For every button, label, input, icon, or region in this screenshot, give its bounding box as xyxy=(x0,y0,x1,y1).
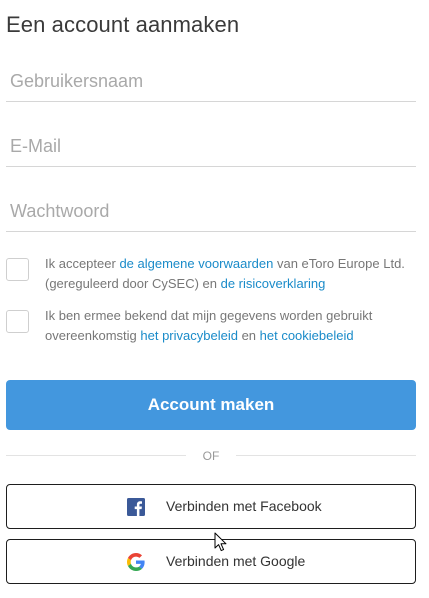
username-field[interactable] xyxy=(6,62,416,102)
google-icon xyxy=(127,553,145,571)
mouse-cursor-icon xyxy=(214,532,227,552)
email-field[interactable] xyxy=(6,127,416,167)
facebook-button-label: Verbinden met Facebook xyxy=(166,498,322,514)
privacy-middle: en xyxy=(237,328,260,343)
terms-link[interactable]: de algemene voorwaarden xyxy=(119,256,273,271)
facebook-icon xyxy=(127,498,145,516)
privacy-consent: Ik ben ermee bekend dat mijn gegevens wo… xyxy=(6,306,416,346)
privacy-checkbox[interactable] xyxy=(6,310,29,333)
divider-text: OF xyxy=(202,449,220,463)
password-field[interactable] xyxy=(6,192,416,232)
or-divider: OF xyxy=(6,448,416,464)
facebook-connect-button[interactable]: Verbinden met Facebook xyxy=(6,484,416,529)
create-account-button[interactable]: Account maken xyxy=(6,380,416,430)
terms-consent-text: Ik accepteer de algemene voorwaarden van… xyxy=(45,254,405,294)
divider-line-right xyxy=(236,455,416,456)
risk-disclosure-link[interactable]: de risicoverklaring xyxy=(221,276,326,291)
google-button-label: Verbinden met Google xyxy=(166,553,306,569)
google-connect-button[interactable]: Verbinden met Google xyxy=(6,539,416,584)
cookie-policy-link[interactable]: het cookiebeleid xyxy=(260,328,354,343)
privacy-consent-text: Ik ben ermee bekend dat mijn gegevens wo… xyxy=(45,306,405,346)
privacy-policy-link[interactable]: het privacybeleid xyxy=(140,328,238,343)
terms-checkbox[interactable] xyxy=(6,258,29,281)
terms-consent: Ik accepteer de algemene voorwaarden van… xyxy=(6,254,416,294)
terms-prefix: Ik accepteer xyxy=(45,256,120,271)
page-title: Een account aanmaken xyxy=(6,12,240,37)
